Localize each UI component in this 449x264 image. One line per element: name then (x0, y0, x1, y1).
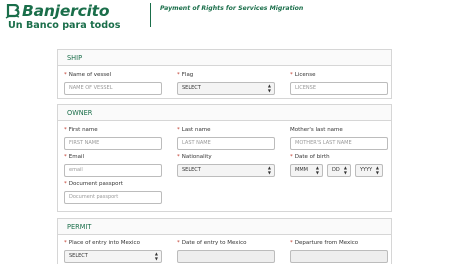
departure-label: Departure from Mexico (294, 240, 359, 246)
birth-day-select[interactable]: DD ▲ ▼ (327, 164, 351, 177)
select-arrows-icon: ▲ ▼ (375, 165, 379, 175)
name-of-vessel-label: Name of vessel (68, 72, 112, 78)
select-arrows-icon: ▲ ▼ (267, 165, 271, 175)
mothers-last-name-input[interactable]: MOTHER'S LAST NAME (290, 137, 388, 150)
section-title-owner: OWNER (58, 105, 391, 121)
flag-select[interactable]: SELECT ▲ ▼ (177, 82, 275, 95)
header-divider (150, 3, 151, 27)
place-of-entry-value: SELECT (69, 253, 88, 259)
date-of-entry-input[interactable] (177, 250, 275, 263)
page: Banjercito Un Banco para todos Payment o… (0, 0, 449, 264)
mothers-last-name-field: Mother's last name MOTHER'S LAST NAME (290, 126, 388, 150)
birth-month-value: MMM (295, 167, 308, 173)
mothers-last-name-label: Mother's last name (290, 127, 343, 133)
last-name-input[interactable]: LAST NAME (177, 137, 275, 150)
header: Banjercito Un Banco para todos Payment o… (0, 0, 449, 40)
brand-tagline: Un Banco para todos (8, 20, 121, 31)
flag-field: * Flag SELECT ▲ ▼ (177, 71, 275, 95)
section-title-ship: SHIP (58, 50, 391, 66)
required-marker: * (177, 127, 180, 133)
flag-select-value: SELECT (182, 85, 201, 91)
place-of-entry-field: * Place of entry into Mexico SELECT ▲ ▼ (64, 239, 162, 263)
first-name-input[interactable]: FIRST NAME (64, 137, 162, 150)
place-of-entry-select[interactable]: SELECT ▲ ▼ (64, 250, 162, 263)
banjercito-logo[interactable]: Banjercito Un Banco para todos (5, 2, 121, 37)
license-label: License (294, 72, 316, 78)
required-marker: * (177, 72, 180, 78)
date-of-birth-label: Date of birth (294, 154, 330, 160)
section-title-permit: PERMIT (58, 219, 391, 235)
required-marker: * (64, 240, 67, 246)
brand-name: Banjercito (22, 2, 110, 20)
nationality-field: * Nationality SELECT ▲ ▼ (177, 153, 275, 177)
required-marker: * (290, 72, 293, 78)
select-arrows-icon: ▲ ▼ (343, 165, 347, 175)
date-of-entry-label: Date of entry to Mexico (181, 240, 247, 246)
permit-section: PERMIT * Place of entry into Mexico SELEC… (57, 218, 392, 264)
name-of-vessel-input[interactable]: NAME OF VESSEL (64, 82, 162, 95)
nationality-label: Nationality (181, 154, 212, 160)
license-input[interactable]: LICENSE (290, 82, 388, 95)
page-title: Payment of Rights for Services Migration (160, 5, 304, 12)
departure-field: * Departure from Mexico (290, 239, 388, 263)
flag-label: Flag (181, 72, 194, 78)
required-marker: * (177, 154, 180, 160)
owner-section: OWNER * First name FIRST NAME * Last name … (57, 104, 392, 212)
nationality-select-value: SELECT (182, 167, 201, 173)
date-of-entry-field: * Date of entry to Mexico (177, 239, 275, 263)
license-field: * License LICENSE (290, 71, 388, 95)
logo-mark-icon (5, 4, 20, 19)
last-name-label: Last name (181, 127, 211, 133)
place-of-entry-label: Place of entry into Mexico (68, 240, 140, 246)
document-passport-field: * Document passport Document passport (64, 180, 162, 204)
select-arrows-icon: ▲ ▼ (154, 251, 158, 261)
ship-section: SHIP * Name of vessel NAME OF VESSEL * Fla… (57, 49, 392, 99)
required-marker: * (64, 181, 67, 187)
nationality-select[interactable]: SELECT ▲ ▼ (177, 164, 275, 177)
departure-input[interactable] (290, 250, 388, 263)
required-marker: * (64, 154, 67, 160)
first-name-field: * First name FIRST NAME (64, 126, 162, 150)
required-marker: * (177, 240, 180, 246)
document-passport-label: Document passport (68, 181, 123, 187)
required-marker: * (290, 154, 293, 160)
select-arrows-icon: ▲ ▼ (315, 165, 319, 175)
email-label: Email (68, 154, 85, 160)
birth-day-value: DD (332, 167, 340, 173)
name-of-vessel-field: * Name of vessel NAME OF VESSEL (64, 71, 162, 95)
birth-month-select[interactable]: MMM ▲ ▼ (290, 164, 323, 177)
date-of-birth-group: MMM ▲ ▼ DD ▲ ▼ YYYY ▲ ▼ (290, 161, 388, 177)
birth-year-value: YYYY (360, 167, 373, 173)
date-of-birth-field: * Date of birth MMM ▲ ▼ DD ▲ ▼ YYYY ▲ ▼ (290, 153, 388, 177)
required-marker: * (290, 240, 293, 246)
email-field: * Email email (64, 153, 162, 177)
document-passport-input[interactable]: Document passport (64, 191, 162, 204)
select-arrows-icon: ▲ ▼ (267, 83, 271, 93)
first-name-label: First name (68, 127, 98, 133)
birth-year-select[interactable]: YYYY ▲ ▼ (355, 164, 383, 177)
required-marker: * (64, 127, 67, 133)
email-input[interactable]: email (64, 164, 162, 177)
required-marker: * (64, 72, 67, 78)
last-name-field: * Last name LAST NAME (177, 126, 275, 150)
